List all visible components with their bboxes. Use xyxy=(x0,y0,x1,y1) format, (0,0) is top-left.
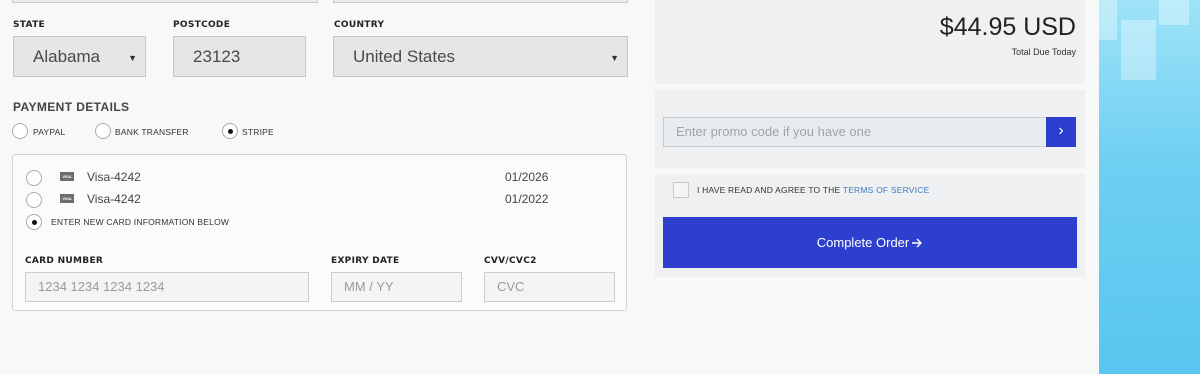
building-shape xyxy=(1159,0,1189,25)
input-fragment-left xyxy=(12,0,318,3)
chevron-right-icon: › xyxy=(1058,122,1064,139)
building-shape xyxy=(1099,0,1117,40)
state-value: Alabama xyxy=(33,46,101,66)
country-select[interactable]: United States ▼ xyxy=(333,36,628,77)
cvv-input[interactable]: CVC xyxy=(484,272,615,302)
radio-paypal[interactable] xyxy=(12,123,28,139)
saved-card-expiry-2: 01/2022 xyxy=(505,192,549,206)
postcode-label: POSTCODE xyxy=(173,20,231,30)
radio-label-bank-transfer: BANK TRANSFER xyxy=(115,127,189,137)
input-fragment-right xyxy=(333,0,628,3)
background-image-strip xyxy=(1099,0,1200,374)
terms-checkbox[interactable] xyxy=(673,182,689,198)
state-label: STATE xyxy=(13,20,45,30)
arrow-right-icon xyxy=(912,238,923,247)
cvv-label: CVV/CVC2 xyxy=(484,256,537,266)
radio-label-paypal: PAYPAL xyxy=(33,127,66,137)
saved-card-name-2: Visa-4242 xyxy=(87,192,141,206)
saved-card-expiry-1: 01/2026 xyxy=(505,170,549,184)
radio-label-stripe: STRIPE xyxy=(242,127,274,137)
visa-card-icon: VISA xyxy=(60,194,74,203)
card-number-input[interactable]: 1234 1234 1234 1234 xyxy=(25,272,309,302)
state-select[interactable]: Alabama ▼ xyxy=(13,36,146,77)
complete-order-label: Complete Order xyxy=(816,235,910,250)
expiry-date-input[interactable]: MM / YY xyxy=(331,272,462,302)
visa-card-icon: VISA xyxy=(60,172,74,181)
terms-prefix: I HAVE READ AND AGREE TO THE xyxy=(697,185,841,195)
promo-submit-button[interactable]: › xyxy=(1046,117,1076,147)
country-label: COUNTRY xyxy=(334,20,385,30)
caret-down-icon: ▼ xyxy=(610,53,619,63)
total-due-label: Total Due Today xyxy=(1011,47,1076,57)
promo-code-input[interactable]: Enter promo code if you have one xyxy=(663,117,1047,147)
radio-new-card[interactable] xyxy=(26,214,42,230)
card-number-label: CARD NUMBER xyxy=(25,256,104,266)
terms-of-service-link[interactable]: TERMS OF SERVICE xyxy=(843,185,930,195)
radio-stripe[interactable] xyxy=(222,123,238,139)
country-value: United States xyxy=(353,46,456,66)
terms-text: I HAVE READ AND AGREE TO THE TERMS OF SE… xyxy=(697,185,929,195)
complete-order-button[interactable]: Complete Order xyxy=(663,217,1077,268)
postcode-value: 23123 xyxy=(193,46,241,66)
building-shape xyxy=(1121,20,1156,80)
caret-down-icon: ▼ xyxy=(128,53,137,63)
radio-bank-transfer[interactable] xyxy=(95,123,111,139)
total-amount: $44.95 USD xyxy=(939,13,1076,41)
postcode-input[interactable]: 23123 xyxy=(173,36,306,77)
radio-saved-card-2[interactable] xyxy=(26,192,42,208)
new-card-label: ENTER NEW CARD INFORMATION BELOW xyxy=(51,217,230,227)
saved-card-name-1: Visa-4242 xyxy=(87,170,141,184)
radio-saved-card-1[interactable] xyxy=(26,170,42,186)
expiry-date-label: EXPIRY DATE xyxy=(331,256,400,266)
payment-details-title: PAYMENT DETAILS xyxy=(13,100,130,114)
